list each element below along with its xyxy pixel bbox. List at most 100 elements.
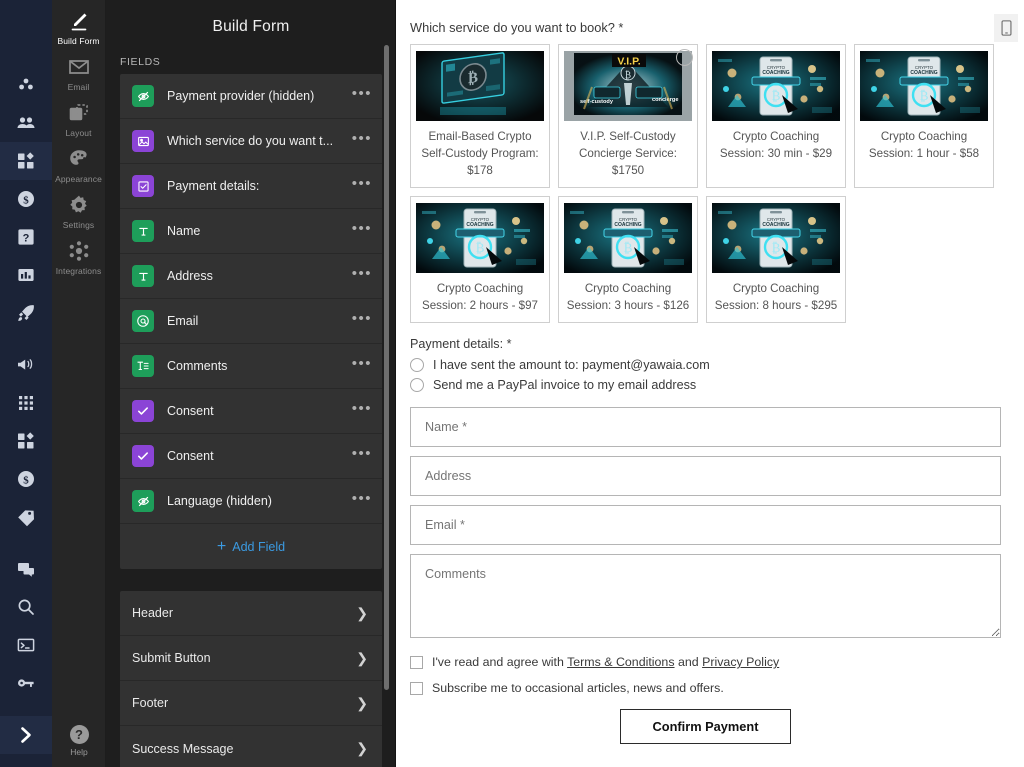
- dollar-coin-icon[interactable]: $: [0, 180, 52, 218]
- section-label: Success Message: [132, 742, 233, 756]
- svg-text:₿: ₿: [468, 70, 478, 87]
- service-question-label: Which service do you want to book? *: [410, 20, 1024, 35]
- check-icon: [132, 445, 154, 467]
- subscribe-label: Subscribe me to occasional articles, new…: [432, 681, 724, 695]
- grid-dots-icon[interactable]: [0, 384, 52, 422]
- field-row[interactable]: Email •••: [120, 299, 382, 344]
- email-field[interactable]: [410, 505, 1001, 545]
- nav-item-layout[interactable]: Layout: [52, 92, 106, 138]
- field-menu-icon[interactable]: •••: [352, 270, 372, 283]
- payment-option-row[interactable]: Send me a PayPal invoice to my email add…: [410, 378, 1024, 392]
- consent-label: I've read and agree with Terms & Conditi…: [432, 655, 779, 669]
- nav-label: Help: [70, 747, 87, 757]
- chat-icon[interactable]: [0, 550, 52, 588]
- section-label: Submit Button: [132, 651, 211, 665]
- service-radio-marker[interactable]: [676, 49, 693, 66]
- subscribe-row[interactable]: Subscribe me to occasional articles, new…: [410, 681, 1024, 695]
- field-menu-icon[interactable]: •••: [352, 450, 372, 463]
- field-menu-icon[interactable]: •••: [352, 90, 372, 103]
- nav-item-email[interactable]: Email: [52, 46, 106, 92]
- global-icon-rail: $ ? $: [0, 0, 52, 767]
- check-icon: [132, 400, 154, 422]
- field-row[interactable]: Which service do you want t... •••: [120, 119, 382, 164]
- subscribe-checkbox[interactable]: [410, 682, 423, 695]
- service-card[interactable]: CRYPTO COACHING ₿: [558, 196, 698, 323]
- field-row[interactable]: Comments •••: [120, 344, 382, 389]
- users-icon[interactable]: [0, 104, 52, 142]
- nav-item-help[interactable]: ? Help: [52, 725, 106, 757]
- service-card[interactable]: CRYPTO COACHING ₿: [706, 196, 846, 323]
- service-card[interactable]: CRYPTO COACHING ₿: [410, 196, 550, 323]
- expand-chevron-icon[interactable]: [0, 716, 52, 754]
- crypto-coaching-image: CRYPTO COACHING ₿: [416, 203, 544, 273]
- section-label: Header: [132, 606, 173, 620]
- field-row[interactable]: Payment provider (hidden) •••: [120, 74, 382, 119]
- service-card[interactable]: CRYPTO COACHING ₿: [854, 44, 994, 188]
- megaphone-icon[interactable]: [0, 346, 52, 384]
- field-label: Language (hidden): [167, 494, 352, 508]
- modules-alt-icon[interactable]: [0, 422, 52, 460]
- chevron-right-icon: ❯: [356, 695, 368, 712]
- field-menu-icon[interactable]: •••: [352, 315, 372, 328]
- name-field[interactable]: [410, 407, 1001, 447]
- field-label: Comments: [167, 359, 352, 373]
- radio-button[interactable]: [410, 378, 424, 392]
- payment-option-row[interactable]: I have sent the amount to: payment@yawai…: [410, 358, 1024, 372]
- field-row[interactable]: Consent •••: [120, 434, 382, 479]
- bar-chart-icon[interactable]: [0, 256, 52, 294]
- service-card[interactable]: ₿ V.I.P. self-custody concierge V.I.P. S…: [558, 44, 698, 188]
- dots-cluster-icon[interactable]: [0, 66, 52, 104]
- service-caption: Crypto Coaching Session: 8 hours - $295: [713, 280, 839, 314]
- page-title: Build Form: [106, 0, 396, 36]
- service-card[interactable]: CRYPTO COACHING ₿: [706, 44, 846, 188]
- eye-off-icon: [132, 85, 154, 107]
- nav-item-build-form[interactable]: Build Form: [52, 0, 106, 46]
- field-menu-icon[interactable]: •••: [352, 405, 372, 418]
- privacy-link[interactable]: Privacy Policy: [702, 655, 779, 669]
- modules-icon[interactable]: [0, 142, 52, 180]
- tag-icon[interactable]: [0, 498, 52, 536]
- question-box-icon[interactable]: ?: [0, 218, 52, 256]
- build-form-panel: Build Form FIELDS Payment provider (hidd…: [106, 0, 396, 767]
- terms-link[interactable]: Terms & Conditions: [567, 655, 674, 669]
- nav-item-appearance[interactable]: Appearance: [52, 138, 106, 184]
- section-row-submit-button[interactable]: Submit Button ❯: [120, 636, 382, 681]
- radio-button[interactable]: [410, 358, 424, 372]
- dollar-coin-alt-icon[interactable]: $: [0, 460, 52, 498]
- section-row-footer[interactable]: Footer ❯: [120, 681, 382, 726]
- chevron-right-icon: ❯: [356, 605, 368, 622]
- field-menu-icon[interactable]: •••: [352, 135, 372, 148]
- nav-item-settings[interactable]: Settings: [52, 184, 106, 230]
- key-icon[interactable]: [0, 664, 52, 702]
- consent-checkbox[interactable]: [410, 656, 423, 669]
- add-field-button[interactable]: + Add Field: [120, 524, 382, 569]
- field-menu-icon[interactable]: •••: [352, 495, 372, 508]
- field-row[interactable]: Address •••: [120, 254, 382, 299]
- field-row[interactable]: Name •••: [120, 209, 382, 254]
- section-row-header[interactable]: Header ❯: [120, 591, 382, 636]
- consent-row[interactable]: I've read and agree with Terms & Conditi…: [410, 655, 1024, 669]
- field-row[interactable]: Language (hidden) •••: [120, 479, 382, 524]
- nav-label: Layout: [65, 128, 91, 138]
- nav-item-integrations[interactable]: Integrations: [52, 230, 106, 276]
- panel-scrollbar[interactable]: [384, 45, 389, 690]
- confirm-payment-button[interactable]: Confirm Payment: [620, 709, 792, 744]
- service-card[interactable]: ₿ Email-Based Crypto Self-Custody Progra…: [410, 44, 550, 188]
- field-menu-icon[interactable]: •••: [352, 180, 372, 193]
- text-icon: [132, 265, 154, 287]
- comments-field[interactable]: [410, 554, 1001, 638]
- field-menu-icon[interactable]: •••: [352, 225, 372, 238]
- rocket-icon[interactable]: [0, 294, 52, 332]
- fields-list: Payment provider (hidden) ••• Which serv…: [120, 74, 382, 569]
- mobile-preview-icon[interactable]: [994, 14, 1018, 42]
- sections-list: Header ❯ Submit Button ❯ Footer ❯ Succes…: [120, 591, 382, 767]
- terminal-icon[interactable]: [0, 626, 52, 664]
- section-row-success-message[interactable]: Success Message ❯: [120, 726, 382, 767]
- svg-text:₿: ₿: [772, 240, 781, 255]
- svg-text:₿: ₿: [772, 88, 781, 103]
- field-row[interactable]: Payment details: •••: [120, 164, 382, 209]
- address-field[interactable]: [410, 456, 1001, 496]
- search-icon[interactable]: [0, 588, 52, 626]
- field-row[interactable]: Consent •••: [120, 389, 382, 434]
- field-menu-icon[interactable]: •••: [352, 360, 372, 373]
